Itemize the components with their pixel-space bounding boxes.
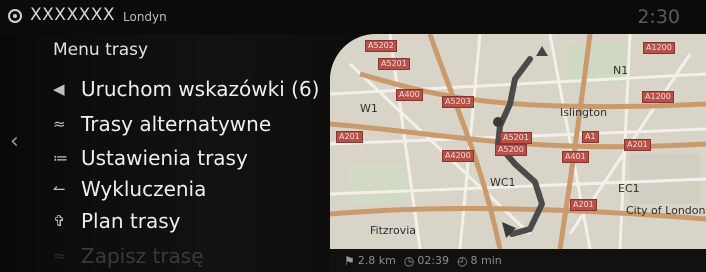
alternative-routes-icon: ≈ bbox=[53, 115, 66, 133]
road-label: A401 bbox=[562, 151, 589, 163]
clock-icon: ◷ bbox=[403, 253, 415, 268]
road-label: A1 bbox=[582, 131, 599, 143]
map-label: W1 bbox=[360, 102, 378, 115]
header-bar: XXXXXXX Londyn 2:30 bbox=[0, 0, 706, 34]
eta-info: ◷ 02:39 bbox=[404, 254, 449, 268]
map-label: N1 bbox=[613, 64, 629, 77]
flag-icon: ⚑ bbox=[344, 253, 355, 268]
menu-item-label: Trasy alternatywne bbox=[81, 112, 272, 136]
menu-item-alternative-routes[interactable]: ≈ Trasy alternatywne bbox=[53, 109, 271, 139]
road-label: A201 bbox=[624, 139, 651, 151]
menu-item-avoidances[interactable]: ↼ Wykluczenia bbox=[53, 174, 206, 204]
menu-item-save-route[interactable]: ≈ Zapisz trasę bbox=[53, 241, 204, 271]
navigation-screen: XXXXXXX Londyn 2:30 ‹ Menu trasy ◀ Uruch… bbox=[0, 0, 706, 272]
menu-item-start-guidance[interactable]: ◀ Uruchom wskazówki (6) bbox=[53, 74, 319, 104]
distance-info: ⚑ 2.8 km bbox=[344, 254, 396, 268]
navigation-arrow-icon: ◀ bbox=[53, 80, 65, 98]
road-label: A5203 bbox=[442, 96, 474, 108]
route-map[interactable]: A5202 A5201 A400 A5203 A1 A1200 A1200 A5… bbox=[330, 34, 706, 249]
road-label: A201 bbox=[570, 199, 597, 211]
road-label: A5200 bbox=[495, 144, 527, 156]
map-label: Fitzrovia bbox=[370, 224, 416, 237]
route-menu: ‹ Menu trasy ◀ Uruchom wskazówki (6) ≈ T… bbox=[0, 34, 356, 272]
timer-icon: ◴ bbox=[457, 253, 468, 268]
road-label: A4200 bbox=[442, 150, 474, 162]
menu-item-label: Plan trasy bbox=[81, 209, 181, 233]
road-label: A1200 bbox=[642, 91, 674, 103]
road-label: A5201 bbox=[378, 58, 410, 70]
road-label: A5201 bbox=[500, 132, 532, 144]
eta-value: 02:39 bbox=[417, 254, 450, 267]
menu-item-route-settings[interactable]: ≔ Ustawienia trasy bbox=[53, 143, 248, 173]
duration-value: 8 min bbox=[470, 254, 502, 267]
back-arrow-icon[interactable]: ‹ bbox=[10, 131, 19, 153]
destination-pin-icon bbox=[8, 9, 22, 23]
distance-value: 2.8 km bbox=[357, 254, 396, 267]
destination-name: XXXXXXX bbox=[30, 5, 116, 25]
menu-item-route-plan[interactable]: ✞ Plan trasy bbox=[53, 206, 180, 236]
map-label: WC1 bbox=[490, 176, 516, 189]
duration-info: ◴ 8 min bbox=[457, 254, 502, 268]
route-settings-icon: ≔ bbox=[53, 149, 68, 167]
destination-city: Londyn bbox=[123, 10, 167, 24]
menu-title: Menu trasy bbox=[53, 40, 149, 60]
clock: 2:30 bbox=[637, 6, 680, 28]
road-label: A400 bbox=[396, 89, 423, 101]
avoid-icon: ↼ bbox=[53, 180, 66, 198]
menu-item-label: Ustawienia trasy bbox=[81, 146, 248, 170]
map-label: Islington bbox=[560, 106, 608, 119]
trip-status-bar: ⚑ 2.8 km ◷ 02:39 ◴ 8 min bbox=[330, 249, 706, 272]
menu-item-label: Uruchom wskazówki (6) bbox=[81, 77, 320, 101]
map-label: EC1 bbox=[618, 182, 640, 195]
menu-item-label: Zapisz trasę bbox=[81, 244, 204, 268]
road-label: A201 bbox=[336, 131, 363, 143]
menu-item-label: Wykluczenia bbox=[81, 177, 207, 201]
road-label: A5202 bbox=[365, 40, 397, 52]
route-plan-icon: ✞ bbox=[53, 212, 66, 230]
map-label: City of London bbox=[626, 204, 706, 217]
save-route-icon: ≈ bbox=[53, 247, 66, 265]
road-label: A1200 bbox=[643, 42, 675, 54]
